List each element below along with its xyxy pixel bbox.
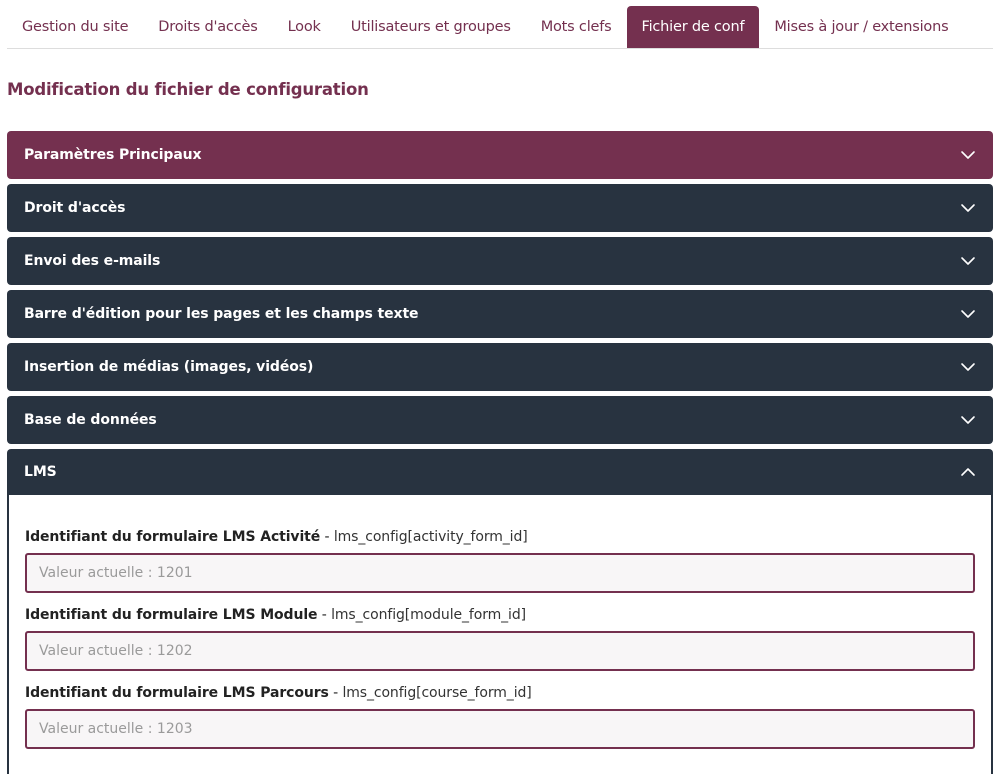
field-label-title: Identifiant du formulaire LMS Parcours <box>25 685 329 701</box>
section-header-barre-d-edition[interactable]: Barre d'édition pour les pages et les ch… <box>7 290 993 338</box>
tab-gestion-du-site[interactable]: Gestion du site <box>7 6 143 48</box>
tab-droits-d-acces[interactable]: Droits d'accès <box>143 6 272 48</box>
field-course-form-id: Identifiant du formulaire LMS Parcours -… <box>25 671 975 749</box>
chevron-down-icon <box>961 204 975 212</box>
section-title: Barre d'édition pour les pages et les ch… <box>24 306 419 322</box>
course-form-id-input[interactable] <box>25 709 975 749</box>
section-title: Base de données <box>24 412 157 428</box>
field-label-separator: - <box>328 685 343 701</box>
section-title: Insertion de médias (images, vidéos) <box>24 359 314 375</box>
page-title: Modification du fichier de configuration <box>7 80 369 99</box>
section-header-parametres-principaux[interactable]: Paramètres Principaux <box>7 131 993 179</box>
section-header-lms[interactable]: LMS <box>7 449 993 495</box>
tab-look[interactable]: Look <box>273 6 336 48</box>
field-label: Identifiant du formulaire LMS Module - l… <box>25 607 975 623</box>
field-module-form-id: Identifiant du formulaire LMS Module - l… <box>25 593 975 671</box>
tab-mises-a-jour-extensions[interactable]: Mises à jour / extensions <box>759 6 963 48</box>
tab-utilisateurs-et-groupes[interactable]: Utilisateurs et groupes <box>336 6 526 48</box>
field-label-separator: - <box>320 529 334 545</box>
section-header-envoi-des-e-mails[interactable]: Envoi des e-mails <box>7 237 993 285</box>
field-config-key: lms_config[module_form_id] <box>331 607 526 623</box>
field-config-key: lms_config[course_form_id] <box>342 685 532 701</box>
section-title: LMS <box>24 464 57 480</box>
section-header-base-de-donnees[interactable]: Base de données <box>7 396 993 444</box>
section-title: Droit d'accès <box>24 200 126 216</box>
tab-mots-clefs[interactable]: Mots clefs <box>526 6 627 48</box>
field-label-title: Identifiant du formulaire LMS Module <box>25 607 318 623</box>
section-title: Envoi des e-mails <box>24 253 161 269</box>
config-accordion: Paramètres Principaux Droit d'accès Envo… <box>7 131 993 774</box>
field-label-separator: - <box>317 607 332 623</box>
admin-tabs: Gestion du site Droits d'accès Look Util… <box>7 6 993 49</box>
chevron-down-icon <box>961 257 975 265</box>
activity-form-id-input[interactable] <box>25 553 975 593</box>
field-activity-form-id: Identifiant du formulaire LMS Activité -… <box>25 495 975 593</box>
chevron-up-icon <box>961 468 975 476</box>
chevron-down-icon <box>961 151 975 159</box>
config-page: Gestion du site Droits d'accès Look Util… <box>0 0 1001 774</box>
chevron-down-icon <box>961 310 975 318</box>
section-body-lms: Identifiant du formulaire LMS Activité -… <box>7 495 993 774</box>
section-title: Paramètres Principaux <box>24 147 202 163</box>
chevron-down-icon <box>961 363 975 371</box>
tab-fichier-de-conf[interactable]: Fichier de conf <box>626 6 760 48</box>
chevron-down-icon <box>961 416 975 424</box>
field-label: Identifiant du formulaire LMS Parcours -… <box>25 685 975 701</box>
field-label: Identifiant du formulaire LMS Activité -… <box>25 529 975 545</box>
section-header-droit-d-acces[interactable]: Droit d'accès <box>7 184 993 232</box>
section-header-insertion-de-medias[interactable]: Insertion de médias (images, vidéos) <box>7 343 993 391</box>
module-form-id-input[interactable] <box>25 631 975 671</box>
field-label-title: Identifiant du formulaire LMS Activité <box>25 529 321 545</box>
field-config-key: lms_config[activity_form_id] <box>333 529 528 545</box>
